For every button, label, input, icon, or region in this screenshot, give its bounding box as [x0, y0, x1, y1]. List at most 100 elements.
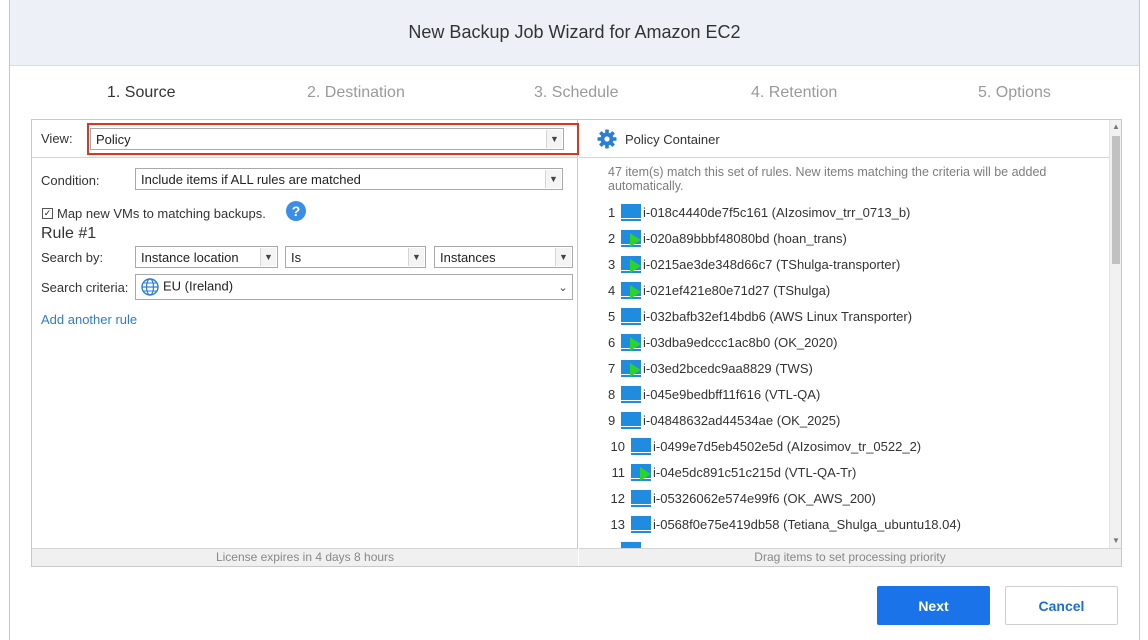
- step-source[interactable]: 1. Source: [107, 84, 175, 102]
- vm-transporter-icon: [621, 255, 641, 273]
- vm-icon: [631, 489, 651, 507]
- vm-icon: [621, 203, 641, 221]
- step-schedule[interactable]: 3. Schedule: [534, 84, 619, 102]
- vm-item-number: 3: [608, 256, 616, 272]
- vm-item-number: 12: [610, 490, 625, 506]
- chevron-down-icon: ⌄: [558, 281, 568, 294]
- search-by-label: Search by:: [41, 250, 104, 265]
- priority-footer: Drag items to set processing priority: [579, 548, 1121, 566]
- condition-select-value: Include items if ALL rules are matched: [141, 172, 361, 187]
- vm-list: 1 i-018c4440de7f5c161 (AIzosimov_trr_0713…: [579, 202, 1109, 548]
- view-select-value: Policy: [96, 132, 131, 147]
- vm-item-label: i-020a89bbbf48080bd (hoan_trans): [643, 230, 847, 246]
- container-title: Policy Container: [625, 132, 720, 147]
- vm-item-number: 13: [610, 516, 625, 532]
- vm-transporter-icon: [621, 229, 641, 247]
- vm-item-number: 11: [611, 464, 626, 480]
- vm-item-label: i-0568f0e75e419db58 (Tetiana_Shulga_ubun…: [653, 516, 961, 532]
- target-value: Instances: [440, 250, 496, 265]
- vm-item-label: i-032bafb32ef14bdb6 (AWS Linux Transport…: [643, 308, 913, 324]
- policy-container-panel: Policy Container 47 item(s) match this s…: [579, 120, 1121, 566]
- vm-item-label: i-045e9bedbff11f616 (VTL-QA): [643, 386, 821, 402]
- chevron-down-icon: ▼: [260, 248, 276, 266]
- vm-item-number: 5: [608, 308, 616, 324]
- container-header: Policy Container: [579, 120, 1109, 158]
- vm-list-item[interactable]: 11 i-04e5dc891c51c215d (VTL-QA-Tr): [608, 462, 856, 482]
- vm-item-number: 6: [608, 334, 616, 350]
- cancel-button[interactable]: Cancel: [1005, 586, 1118, 625]
- criteria-value: EU (Ireland): [163, 278, 234, 294]
- vm-transporter-icon: [621, 281, 641, 299]
- chevron-down-icon: ▼: [546, 130, 562, 148]
- vm-icon: [631, 437, 651, 455]
- wizard-window: New Backup Job Wizard for Amazon EC2 1. …: [9, 0, 1140, 640]
- vm-item-number: 8: [608, 386, 616, 402]
- match-summary: 47 item(s) match this set of rules. New …: [608, 165, 1047, 193]
- condition-select[interactable]: Include items if ALL rules are matched ▼: [135, 168, 563, 190]
- vm-item-label: i-0499e7d5eb4502e5d (AIzosimov_tr_0522_2…: [653, 438, 922, 454]
- list-scrollbar[interactable]: ▲ ▼: [1109, 120, 1121, 548]
- vm-item-label: i-03dba9edccc1ac8b0 (OK_2020): [643, 334, 838, 350]
- criteria-select[interactable]: EU (Ireland) ⌄: [135, 274, 573, 300]
- scroll-up-icon[interactable]: ▲: [1110, 120, 1122, 134]
- view-row: View: Policy ▼: [32, 120, 579, 158]
- vm-item-label: i-04848632ad44534ae (OK_2025): [643, 412, 841, 428]
- vm-item-label: i-05326062e574e99f6 (OK_AWS_200): [653, 490, 876, 506]
- add-rule-link[interactable]: Add another rule: [41, 312, 137, 327]
- vm-list-item[interactable]: 6 i-03dba9edccc1ac8b0 (OK_2020): [608, 332, 837, 352]
- wizard-title: New Backup Job Wizard for Amazon EC2: [408, 22, 741, 42]
- vm-list-item[interactable]: 3 i-0215ae3de348d66c7 (TShulga-transporte…: [608, 254, 900, 274]
- vm-list-item[interactable]: 5 i-032bafb32ef14bdb6 (AWS Linux Transpor…: [608, 306, 912, 326]
- globe-icon: [141, 278, 159, 296]
- vm-list-item[interactable]: 2 i-020a89bbbf48080bd (hoan_trans): [608, 228, 847, 248]
- vm-list-item[interactable]: 4 i-021ef421e80e71d27 (TShulga): [608, 280, 830, 300]
- scroll-down-icon[interactable]: ▼: [1110, 534, 1122, 548]
- vm-item-label: i-018c4440de7f5c161 (AIzosimov_trr_0713_…: [643, 204, 911, 220]
- vm-icon: [621, 307, 641, 325]
- vm-icon: [631, 515, 651, 533]
- vm-list-item[interactable]: 7 i-03ed2bcedc9aa8829 (TWS): [608, 358, 813, 378]
- vm-transporter-icon: [621, 359, 641, 377]
- vm-item-number: 2: [608, 230, 616, 246]
- chevron-down-icon: ▼: [408, 248, 424, 266]
- vm-list-item[interactable]: 13 i-0568f0e75e419db58 (Tetiana_Shulga_ub…: [608, 514, 961, 534]
- vm-icon: [621, 385, 641, 403]
- vm-list-item[interactable]: 1 i-018c4440de7f5c161 (AIzosimov_trr_0713…: [608, 202, 910, 222]
- wizard-content: View: Policy ▼ Condition: Include items …: [31, 119, 1122, 567]
- license-footer: License expires in 4 days 8 hours: [32, 548, 578, 566]
- help-icon[interactable]: ?: [286, 201, 306, 221]
- vm-item-label: i-03ed2bcedc9aa8829 (TWS): [643, 360, 813, 376]
- target-select[interactable]: Instances ▼: [434, 246, 573, 268]
- vm-item-number: 1: [608, 204, 616, 220]
- step-destination[interactable]: 2. Destination: [307, 84, 405, 102]
- vm-item-label: i-021ef421e80e71d27 (TShulga): [643, 282, 831, 298]
- vm-item-label: i-0215ae3de348d66c7 (TShulga-transporter…: [643, 256, 901, 272]
- vm-item-number: 4: [608, 282, 616, 298]
- next-button[interactable]: Next: [877, 586, 990, 625]
- vm-transporter-icon: [631, 463, 651, 481]
- view-label: View:: [41, 131, 73, 146]
- map-vms-checkbox[interactable]: ✓: [42, 208, 53, 219]
- wizard-steps: 1. Source 2. Destination 3. Schedule 4. …: [10, 66, 1139, 119]
- step-options[interactable]: 5. Options: [978, 84, 1051, 102]
- vm-list-item[interactable]: 9 i-04848632ad44534ae (OK_2025): [608, 410, 840, 430]
- search-by-value: Instance location: [141, 250, 239, 265]
- map-vms-label: Map new VMs to matching backups.: [57, 206, 266, 221]
- vm-item-label: i-04e5dc891c51c215d (VTL-QA-Tr): [653, 464, 857, 480]
- title-bar: New Backup Job Wizard for Amazon EC2: [10, 0, 1139, 66]
- vm-transporter-icon: [621, 333, 641, 351]
- view-select[interactable]: Policy ▼: [90, 128, 564, 150]
- vm-item-number: 9: [608, 412, 616, 428]
- vm-list-item[interactable]: 10 i-0499e7d5eb4502e5d (AIzosimov_tr_0522…: [608, 436, 921, 456]
- gear-icon: [597, 129, 617, 149]
- step-retention[interactable]: 4. Retention: [751, 84, 837, 102]
- scroll-thumb[interactable]: [1112, 136, 1120, 264]
- operator-select[interactable]: Is ▼: [285, 246, 426, 268]
- condition-label: Condition:: [41, 173, 100, 188]
- vm-list-item[interactable]: 8 i-045e9bedbff11f616 (VTL-QA): [608, 384, 820, 404]
- chevron-down-icon: ▼: [545, 170, 561, 188]
- search-by-select[interactable]: Instance location ▼: [135, 246, 278, 268]
- vm-item-number: 7: [608, 360, 616, 376]
- vm-list-item[interactable]: 12 i-05326062e574e99f6 (OK_AWS_200): [608, 488, 876, 508]
- vm-list-item[interactable]: [608, 540, 643, 548]
